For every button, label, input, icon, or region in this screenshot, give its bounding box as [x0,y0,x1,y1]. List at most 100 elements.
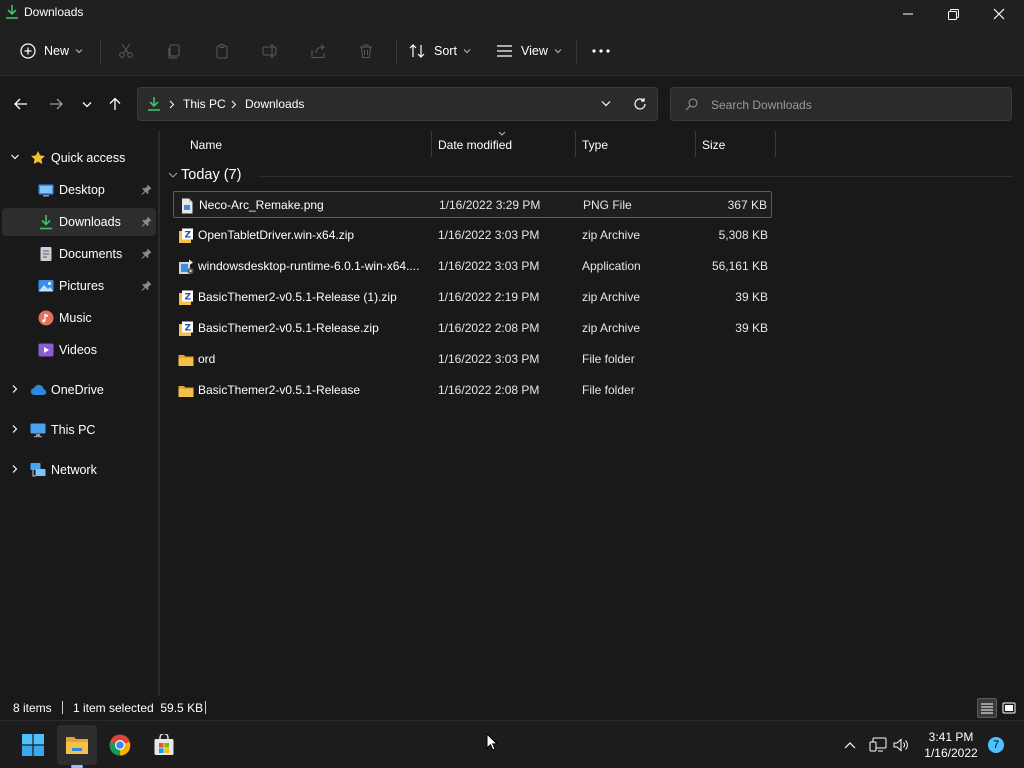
pin-icon[interactable] [141,280,152,291]
file-type: File folder [582,383,635,397]
chevron-down-icon [463,48,471,54]
folder-row[interactable]: BasicThemer2-v0.5.1-Release 1/16/2022 2:… [173,377,772,404]
column-divider[interactable] [775,131,776,157]
taskbar-file-explorer[interactable] [57,725,97,765]
new-button[interactable]: New [20,36,83,66]
start-button[interactable] [13,725,53,765]
recent-locations-chevron-icon[interactable] [76,93,98,115]
file-row[interactable]: windowsdesktop-runtime-6.0.1-win-x64....… [173,253,772,280]
file-date: 1/16/2022 2:19 PM [438,290,540,304]
chevron-down-icon[interactable] [10,152,20,162]
folder-icon [178,383,194,399]
file-row[interactable]: Neco-Arc_Remake.png 1/16/2022 3:29 PM PN… [173,191,772,218]
sidebar-item-network[interactable]: Network [2,456,156,484]
show-hidden-icons-chevron-icon[interactable] [840,735,860,755]
folder-row[interactable]: ord 1/16/2022 3:03 PM File folder [173,346,772,373]
file-name: Neco-Arc_Remake.png [199,198,324,212]
file-date: 1/16/2022 3:03 PM [438,228,540,242]
copy-icon[interactable] [164,41,184,61]
taskbar-clock[interactable]: 3:41 PM 1/16/2022 [918,729,984,761]
taskbar-chrome[interactable] [100,725,140,765]
address-bar[interactable]: This PC Downloads [137,87,658,121]
network-icon [30,462,46,478]
star-icon [30,150,46,166]
sidebar-item-this-pc[interactable]: This PC [2,416,156,444]
sidebar-item-label: Quick access [51,151,126,165]
rename-icon[interactable] [260,41,280,61]
computer-icon [30,422,46,438]
download-icon [5,4,19,20]
chevron-right-icon[interactable] [10,464,20,474]
column-header-label: Name [190,138,223,152]
sidebar-item-desktop[interactable]: Desktop [2,176,156,204]
pictures-icon [38,278,54,294]
paste-icon[interactable] [212,41,232,61]
file-row[interactable]: Z BasicThemer2-v0.5.1-Release.zip 1/16/2… [173,315,772,342]
file-row[interactable]: Z OpenTabletDriver.win-x64.zip 1/16/2022… [173,222,772,249]
column-header-name[interactable]: Name [184,131,432,159]
zip-file-icon: Z [178,321,194,337]
column-header-label: Type [582,138,609,152]
details-view-button[interactable] [977,698,997,718]
pin-icon[interactable] [141,216,152,227]
minimize-button[interactable] [885,0,931,28]
taskbar-store[interactable] [144,725,184,765]
forward-arrow-icon[interactable] [45,93,67,115]
file-size: 39 KB [735,290,768,304]
chevron-right-icon[interactable] [10,384,20,394]
store-icon [153,734,175,756]
sidebar-item-videos[interactable]: Videos [2,336,156,364]
pin-icon[interactable] [141,184,152,195]
network-status-icon[interactable] [868,735,888,755]
item-count: 8 items [13,701,52,715]
file-type: File folder [582,352,635,366]
zip-file-icon: Z [178,290,194,306]
large-icons-view-button[interactable] [999,698,1019,718]
document-icon [38,246,54,262]
sidebar-item-label: Desktop [59,183,105,197]
refresh-icon[interactable] [633,97,647,111]
sidebar-item-music[interactable]: Music [2,304,156,332]
search-input[interactable] [711,96,1001,114]
column-header-label: Date modified [438,138,513,152]
search-box[interactable] [670,87,1012,121]
window-title: Downloads [24,5,84,19]
address-history-chevron-icon[interactable] [601,100,611,107]
column-header-type[interactable]: Type [576,131,695,159]
view-list-icon [496,44,513,58]
close-button[interactable] [976,0,1022,28]
restore-button[interactable] [930,0,976,28]
sidebar-item-onedrive[interactable]: OneDrive [2,376,156,404]
status-divider [205,701,206,714]
file-row[interactable]: Z BasicThemer2-v0.5.1-Release (1).zip 1/… [173,284,772,311]
chevron-right-icon[interactable] [10,424,20,434]
more-options-icon[interactable] [591,41,611,61]
videos-icon [38,342,54,358]
sidebar-item-pictures[interactable]: Pictures [2,272,156,300]
back-arrow-icon[interactable] [10,93,32,115]
toolbar-divider [100,40,101,64]
sidebar-item-quick-access[interactable]: Quick access [2,144,156,172]
cut-icon[interactable] [116,41,136,61]
file-date: 1/16/2022 3:29 PM [439,198,541,212]
sort-button[interactable]: Sort [408,36,471,66]
breadcrumb-separator-icon [231,100,237,109]
column-header-date[interactable]: Date modified [432,131,575,159]
desktop-icon [38,182,54,198]
sidebar-item-documents[interactable]: Documents [2,240,156,268]
column-header-size[interactable]: Size [696,131,775,159]
volume-icon[interactable] [891,735,911,755]
view-button[interactable]: View [496,36,562,66]
share-icon[interactable] [308,41,328,61]
breadcrumb-downloads[interactable]: Downloads [245,97,304,111]
pin-icon[interactable] [141,248,152,259]
file-name: windowsdesktop-runtime-6.0.1-win-x64.... [198,259,420,273]
group-header-today[interactable]: Today (7) [168,164,1014,188]
breadcrumb-this-pc[interactable]: This PC [183,97,226,111]
up-arrow-icon[interactable] [104,93,126,115]
sidebar-item-downloads[interactable]: Downloads [2,208,156,236]
delete-icon[interactable] [356,41,376,61]
toolbar-divider [576,40,577,64]
sidebar-item-label: Downloads [59,215,121,229]
notification-badge[interactable]: 7 [988,737,1004,753]
